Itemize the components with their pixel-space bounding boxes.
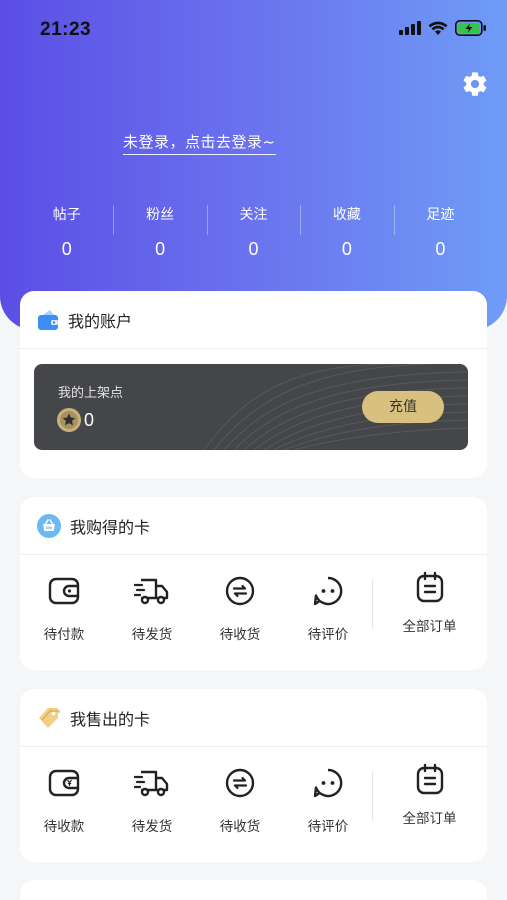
status-bar: 21:23 <box>0 0 507 60</box>
account-title: 我的账户 <box>68 311 133 331</box>
order-status-label: 待收货 <box>219 819 261 835</box>
clipboard-icon <box>416 571 443 603</box>
stat-value: 0 <box>341 239 352 259</box>
battery-icon <box>455 20 486 36</box>
sold-orders-header[interactable]: 我售出的卡 <box>20 689 487 747</box>
wallet-outline-icon <box>48 577 80 605</box>
stat-fans[interactable]: 粉丝 0 <box>113 205 206 265</box>
signal-icon <box>399 21 421 35</box>
truck-icon <box>134 578 169 605</box>
order-status-label: 待付款 <box>43 627 85 643</box>
bought-all-orders[interactable]: 全部订单 <box>372 563 487 653</box>
bought-pending-payment[interactable]: 待付款 <box>20 563 108 653</box>
all-orders-label: 全部订单 <box>402 619 457 635</box>
stat-history[interactable]: 足迹 0 <box>393 205 487 265</box>
status-icons <box>399 20 487 36</box>
bought-pending-review[interactable]: 待评价 <box>284 563 372 653</box>
bought-pending-receipt[interactable]: 待收货 <box>196 563 284 653</box>
stat-following[interactable]: 关注 0 <box>206 205 300 265</box>
next-card-peek <box>20 880 487 900</box>
sold-pending-review[interactable]: 待评价 <box>284 755 372 845</box>
sold-all-orders[interactable]: 全部订单 <box>372 755 487 845</box>
coin-star-icon <box>57 408 81 432</box>
balance-value: 0 <box>84 409 95 430</box>
chat-icon <box>313 768 343 798</box>
wallet-yen-icon <box>48 769 80 797</box>
profile-screen: 21:23 未登录，点击去登录~ 帖子 0 粉丝 0 关注 0 收藏 0 足迹 … <box>0 0 507 900</box>
wifi-icon <box>428 21 448 35</box>
sold-order-row: 待收款 待发货 待收货 待评价 全部订单 <box>20 755 487 845</box>
balance-row: 0 <box>56 407 94 433</box>
order-status-label: 待评价 <box>307 627 349 643</box>
exchange-icon <box>225 576 255 606</box>
balance-panel: 我的上架点 0 充值 <box>34 364 468 450</box>
sold-pending-shipment[interactable]: 待发货 <box>108 755 196 845</box>
account-card-header[interactable]: 我的账户 <box>20 291 487 349</box>
truck-icon <box>134 770 169 797</box>
stat-value: 0 <box>435 239 446 259</box>
bought-orders-header[interactable]: 我购得的卡 <box>20 497 487 555</box>
bought-order-row: 待付款 待发货 待收货 待评价 全部订单 <box>20 563 487 653</box>
stat-value: 0 <box>61 239 72 259</box>
bought-pending-shipment[interactable]: 待发货 <box>108 563 196 653</box>
basket-icon <box>37 513 61 538</box>
stat-favorites[interactable]: 收藏 0 <box>300 205 393 265</box>
order-status-label: 待发货 <box>131 819 173 835</box>
sold-pending-receipt[interactable]: 待收货 <box>196 755 284 845</box>
balance-label: 我的上架点 <box>58 386 124 401</box>
login-link[interactable]: 未登录，点击去登录~ <box>123 131 276 155</box>
bought-orders-title: 我购得的卡 <box>70 517 151 537</box>
status-time: 21:23 <box>40 19 92 40</box>
clipboard-icon <box>416 763 443 795</box>
stat-label: 粉丝 <box>146 207 175 223</box>
order-status-label: 待收货 <box>219 627 261 643</box>
sold-orders-title: 我售出的卡 <box>70 709 151 729</box>
recharge-button[interactable]: 充值 <box>362 391 444 423</box>
stat-label: 关注 <box>239 207 268 223</box>
order-status-label: 待发货 <box>131 627 173 643</box>
all-orders-label: 全部订单 <box>402 811 457 827</box>
profile-stats: 帖子 0 粉丝 0 关注 0 收藏 0 足迹 0 <box>20 205 487 265</box>
tag-icon <box>39 707 60 728</box>
chat-icon <box>313 576 343 606</box>
stat-value: 0 <box>248 239 259 259</box>
stat-label: 收藏 <box>332 207 361 223</box>
account-card: 我的账户 我的上架点 0 充值 <box>20 291 487 478</box>
exchange-icon <box>225 768 255 798</box>
wallet-icon <box>38 309 58 330</box>
sold-orders-card: 我售出的卡 待收款 待发货 待收货 待评价 全部订单 <box>20 689 487 862</box>
order-status-label: 待评价 <box>307 819 349 835</box>
sold-pending-collection[interactable]: 待收款 <box>20 755 108 845</box>
bought-orders-card: 我购得的卡 待付款 待发货 待收货 待评价 全部订单 <box>20 497 487 670</box>
settings-gear-icon[interactable] <box>461 70 489 98</box>
stat-label: 足迹 <box>426 207 455 223</box>
stat-posts[interactable]: 帖子 0 <box>20 205 113 265</box>
stat-value: 0 <box>155 239 166 259</box>
stat-label: 帖子 <box>52 207 81 223</box>
order-status-label: 待收款 <box>43 819 85 835</box>
